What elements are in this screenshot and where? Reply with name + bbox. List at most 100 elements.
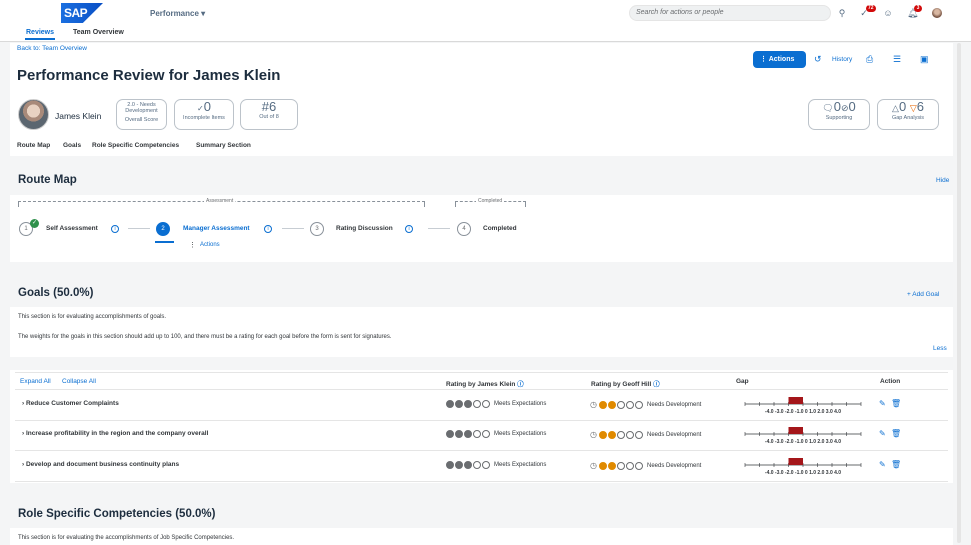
- incomplete-items-card[interactable]: ✓0 Incomplete Items: [174, 99, 234, 130]
- rating-dot[interactable]: [473, 400, 481, 408]
- anchor-goals[interactable]: Goals: [63, 142, 81, 149]
- manager-rating[interactable]: ◷ Needs Development: [590, 461, 701, 470]
- print-icon[interactable]: ⎙: [866, 55, 873, 64]
- out-of-label: Out of 8: [259, 114, 279, 120]
- rating-dot[interactable]: [446, 400, 454, 408]
- edit-icon[interactable]: ✎: [879, 460, 886, 469]
- search-input[interactable]: Search for actions or people: [629, 5, 831, 21]
- rating-dot[interactable]: [616, 461, 625, 470]
- edit-icon[interactable]: ✎: [879, 399, 886, 408]
- step-completed[interactable]: 4: [457, 222, 471, 236]
- rating-dot[interactable]: [482, 400, 490, 408]
- rating-dot[interactable]: [616, 430, 625, 439]
- rating-dot[interactable]: [634, 461, 643, 470]
- goal-name: Reduce Customer Complaints: [25, 400, 119, 407]
- rating-dot[interactable]: [625, 400, 634, 409]
- back-link[interactable]: Back to: Team Overview: [17, 45, 87, 52]
- step-rating-discussion-label[interactable]: Rating Discussion: [336, 225, 393, 232]
- rating-dot[interactable]: [473, 461, 481, 469]
- rating-dot[interactable]: [455, 430, 463, 438]
- rating-dot[interactable]: [634, 430, 643, 439]
- rating-dot[interactable]: [607, 400, 616, 409]
- app-menu[interactable]: Performance ▾: [150, 9, 205, 18]
- rating-dot[interactable]: [598, 430, 607, 439]
- tab-reviews[interactable]: Reviews: [26, 29, 54, 36]
- rating-dot[interactable]: [616, 400, 625, 409]
- rating-dot[interactable]: [634, 400, 643, 409]
- overflow-icon[interactable]: ⋮: [189, 241, 196, 249]
- delete-icon[interactable]: 🗑︎: [891, 399, 901, 408]
- rating-dot[interactable]: [598, 400, 607, 409]
- add-goal-button[interactable]: + Add Goal: [907, 291, 939, 298]
- rating-dot[interactable]: [455, 461, 463, 469]
- manager-rating[interactable]: ◷ Needs Development: [590, 400, 701, 409]
- rating-dot[interactable]: [473, 430, 481, 438]
- check-icon: ✓: [197, 104, 204, 113]
- overflow-icon: ⋮: [760, 56, 769, 63]
- rating-dot[interactable]: [464, 400, 472, 408]
- step-actions-link[interactable]: Actions: [200, 242, 220, 248]
- manager-rating[interactable]: ◷ Needs Development: [590, 430, 701, 439]
- collapse-all-link[interactable]: Collapse All: [62, 378, 96, 385]
- feedback-icon[interactable]: ☺: [883, 8, 893, 18]
- employee-rating[interactable]: Meets Expectations: [446, 400, 546, 408]
- gap-analysis-card[interactable]: △0 ▽6 Gap Analysis: [877, 99, 939, 130]
- rating-dot[interactable]: [482, 461, 490, 469]
- save-icon[interactable]: ▣: [920, 55, 929, 64]
- comment-icon: 🗨︎: [822, 103, 834, 113]
- table-row-divider: [15, 450, 948, 451]
- user-avatar[interactable]: [932, 8, 942, 18]
- history-link[interactable]: History: [832, 56, 852, 63]
- edit-icon[interactable]: ✎: [879, 429, 886, 438]
- rating-dot[interactable]: [446, 430, 454, 438]
- rating-dot[interactable]: [455, 400, 463, 408]
- goal-row-title[interactable]: › Develop and document business continui…: [22, 461, 179, 468]
- info-icon[interactable]: ⓘ: [653, 381, 660, 388]
- hide-link[interactable]: Hide: [936, 177, 949, 184]
- tab-team-overview[interactable]: Team Overview: [73, 29, 124, 36]
- info-icon[interactable]: i: [264, 225, 272, 233]
- step-manager-assessment[interactable]: 2: [156, 222, 170, 236]
- info-icon[interactable]: i: [405, 225, 413, 233]
- scrollbar[interactable]: [957, 43, 961, 543]
- rating-dot[interactable]: [464, 461, 472, 469]
- settings-icon[interactable]: ☰: [893, 55, 901, 64]
- rating-dot[interactable]: [607, 461, 616, 470]
- step-self-assessment-label[interactable]: Self Assessment: [46, 225, 98, 232]
- history-icon[interactable]: ↺: [814, 55, 822, 64]
- chevron-right-icon[interactable]: ›: [22, 400, 24, 407]
- out-of-card[interactable]: #6 Out of 8: [240, 99, 298, 130]
- step-manager-assessment-label[interactable]: Manager Assessment: [183, 225, 250, 232]
- less-link[interactable]: Less: [933, 345, 947, 352]
- rating-dot[interactable]: [482, 430, 490, 438]
- step-rating-discussion[interactable]: 3: [310, 222, 324, 236]
- supporting-value-1: 0: [833, 99, 841, 114]
- rating-dot[interactable]: [446, 461, 454, 469]
- rating-dot[interactable]: [607, 430, 616, 439]
- goal-row-title[interactable]: › Increase profitability in the region a…: [22, 430, 208, 437]
- anchor-summary[interactable]: Summary Section: [196, 142, 251, 149]
- rating-dot[interactable]: [625, 461, 634, 470]
- chevron-right-icon[interactable]: ›: [22, 430, 24, 437]
- anchor-competencies[interactable]: Role Specific Competencies: [92, 142, 179, 149]
- out-of-value: 6: [269, 99, 277, 114]
- delete-icon[interactable]: 🗑︎: [891, 460, 901, 469]
- search-icon[interactable]: ⚲: [837, 8, 847, 18]
- info-icon[interactable]: i: [111, 225, 119, 233]
- delete-icon[interactable]: 🗑︎: [891, 429, 901, 438]
- employee-rating[interactable]: Meets Expectations: [446, 461, 546, 469]
- employee-rating[interactable]: Meets Expectations: [446, 430, 546, 438]
- expand-all-link[interactable]: Expand All: [20, 378, 51, 385]
- goal-row-title[interactable]: › Reduce Customer Complaints: [22, 400, 119, 407]
- step-completed-label[interactable]: Completed: [483, 225, 517, 232]
- rating-dot[interactable]: [625, 430, 634, 439]
- chevron-right-icon[interactable]: ›: [22, 461, 24, 468]
- actions-button[interactable]: ⋮ Actions: [753, 51, 806, 68]
- rating-dot[interactable]: [598, 461, 607, 470]
- info-icon[interactable]: ⓘ: [517, 381, 524, 388]
- supporting-card[interactable]: 🗨︎0⊘0 Supporting: [808, 99, 870, 130]
- rating-dot[interactable]: [464, 430, 472, 438]
- competencies-description: This section is for evaluating the accom…: [18, 535, 235, 541]
- overall-score-card[interactable]: 2.0 - Needs Development Overall Score: [116, 99, 167, 130]
- anchor-route-map[interactable]: Route Map: [17, 142, 50, 149]
